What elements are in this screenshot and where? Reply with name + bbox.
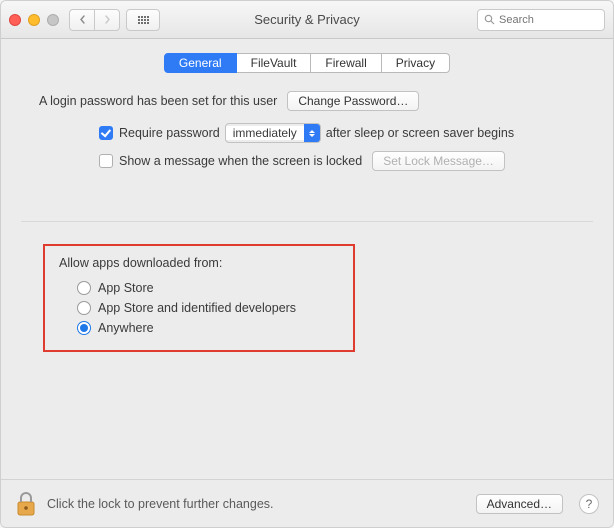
tab-filevault[interactable]: FileVault [237, 53, 312, 73]
radio-anywhere[interactable] [77, 321, 91, 335]
help-button[interactable]: ? [579, 494, 599, 514]
radio-appstore[interactable] [77, 281, 91, 295]
show-message-label: Show a message when the screen is locked [119, 154, 362, 168]
lock-icon[interactable] [15, 491, 37, 517]
login-section: A login password has been set for this u… [21, 91, 593, 183]
require-password-label-before: Require password [119, 126, 220, 140]
lock-hint-text: Click the lock to prevent further change… [47, 497, 466, 511]
grid-icon [138, 16, 149, 24]
tab-firewall[interactable]: Firewall [311, 53, 381, 73]
radio-identified-label: App Store and identified developers [98, 301, 296, 315]
require-password-delay-value: immediately [226, 126, 304, 140]
radio-anywhere-label: Anywhere [98, 321, 154, 335]
close-window-button[interactable] [9, 14, 21, 26]
radio-appstore-label: App Store [98, 281, 154, 295]
search-input[interactable] [499, 14, 598, 26]
question-icon: ? [586, 497, 593, 511]
search-icon [484, 14, 495, 25]
change-password-button[interactable]: Change Password… [287, 91, 419, 111]
titlebar: Security & Privacy [1, 1, 613, 39]
chevron-left-icon [79, 15, 86, 24]
search-field[interactable] [477, 9, 605, 31]
minimize-window-button[interactable] [28, 14, 40, 26]
nav-buttons [69, 9, 120, 31]
tab-privacy[interactable]: Privacy [382, 53, 450, 73]
gatekeeper-title: Allow apps downloaded from: [59, 256, 339, 270]
security-privacy-window: Security & Privacy General FileVault Fir… [0, 0, 614, 528]
gatekeeper-option-anywhere[interactable]: Anywhere [59, 318, 339, 338]
window-controls [9, 14, 59, 26]
content-area: General FileVault Firewall Privacy A log… [1, 39, 613, 479]
chevron-right-icon [104, 15, 111, 24]
back-button[interactable] [69, 9, 95, 31]
section-divider [21, 221, 593, 222]
advanced-button[interactable]: Advanced… [476, 494, 563, 514]
stepper-arrows-icon [304, 124, 320, 142]
forward-button[interactable] [94, 9, 120, 31]
require-password-label-after: after sleep or screen saver begins [326, 126, 514, 140]
require-password-checkbox[interactable] [99, 126, 113, 140]
footer: Click the lock to prevent further change… [1, 479, 613, 527]
maximize-window-button[interactable] [47, 14, 59, 26]
show-all-prefs-button[interactable] [126, 9, 160, 31]
gatekeeper-option-appstore[interactable]: App Store [59, 278, 339, 298]
login-status-text: A login password has been set for this u… [39, 94, 277, 108]
gatekeeper-option-identified[interactable]: App Store and identified developers [59, 298, 339, 318]
tab-general[interactable]: General [164, 53, 237, 73]
set-lock-message-button[interactable]: Set Lock Message… [372, 151, 505, 171]
show-message-checkbox[interactable] [99, 154, 113, 168]
radio-identified[interactable] [77, 301, 91, 315]
require-password-delay-select[interactable]: immediately [225, 123, 321, 143]
tab-bar: General FileVault Firewall Privacy [21, 53, 593, 73]
gatekeeper-section: Allow apps downloaded from: App Store Ap… [43, 244, 355, 352]
